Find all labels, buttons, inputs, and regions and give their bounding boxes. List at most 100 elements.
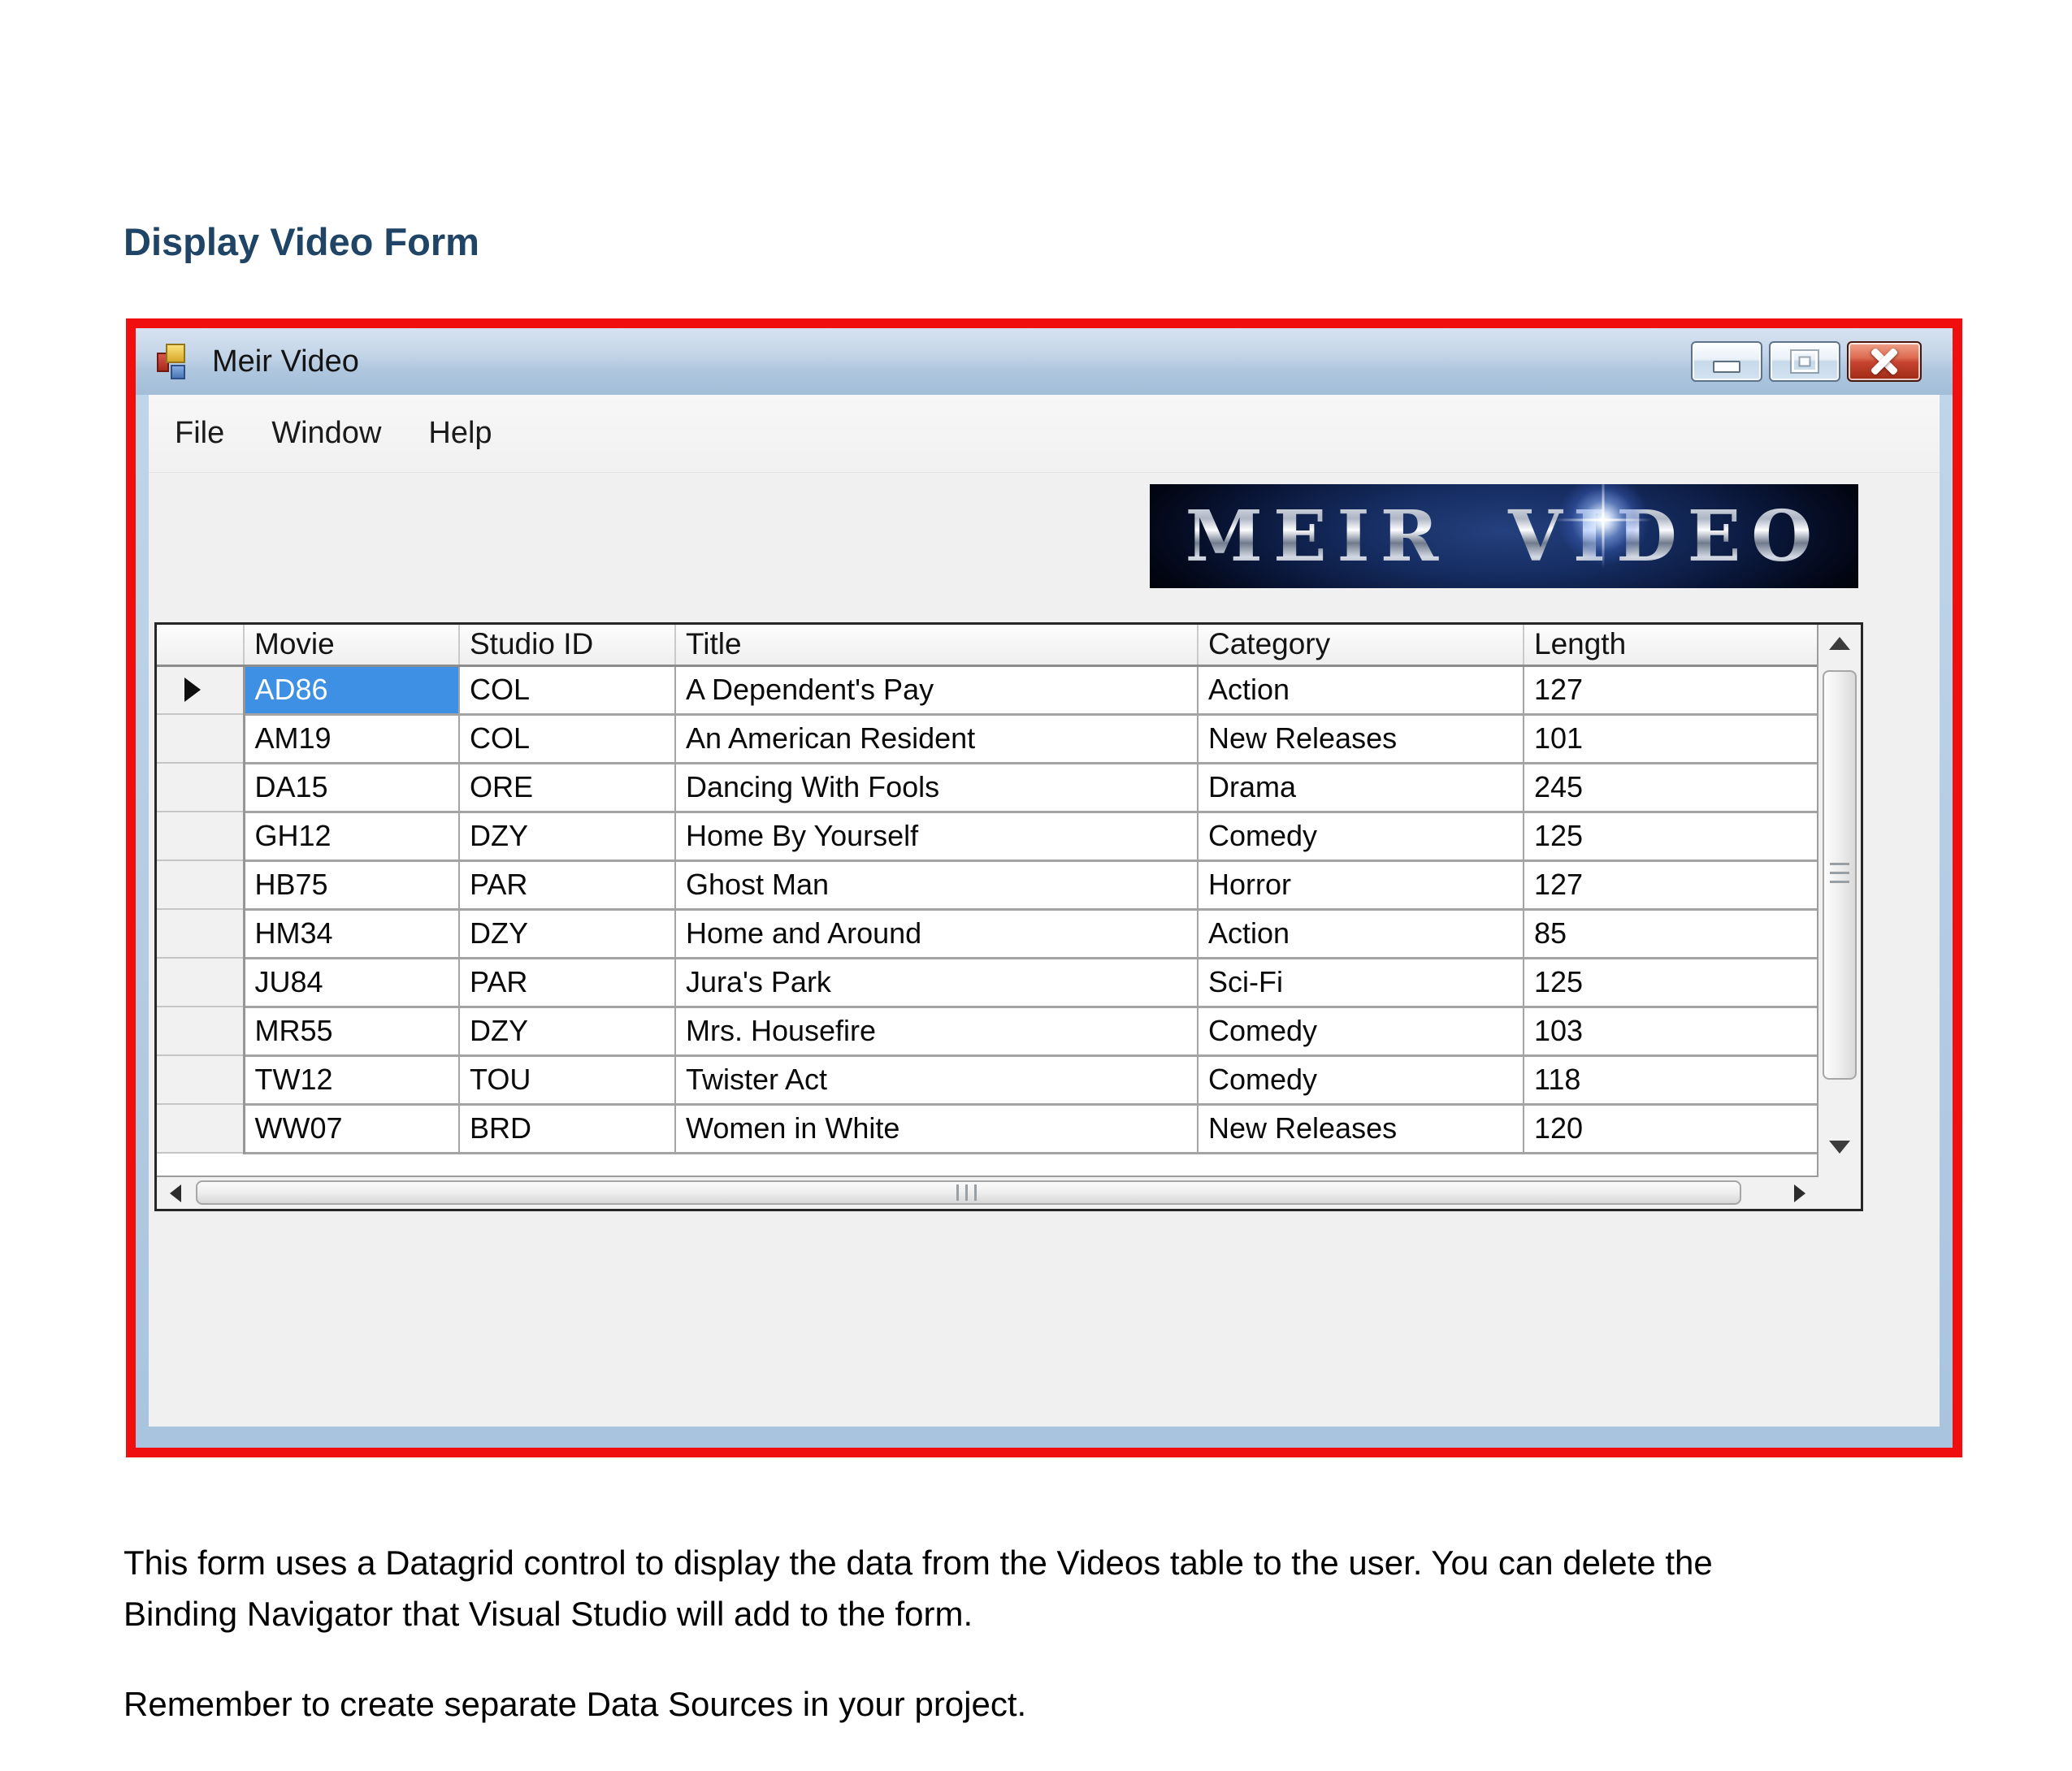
vertical-scroll-thumb[interactable] [1823, 670, 1857, 1080]
arrow-left-icon [170, 1184, 181, 1202]
grid-cell[interactable]: Action [1198, 909, 1524, 958]
row-header-cell[interactable] [157, 1104, 244, 1153]
scroll-up-button[interactable] [1818, 625, 1861, 662]
icon-yellow-square [166, 344, 185, 363]
grid-body: AD86COLA Dependent's PayAction127AM19COL… [157, 665, 1818, 1153]
table-row: DA15OREDancing With FoolsDrama245 [157, 763, 1818, 812]
table-row: JU84PARJura's ParkSci-Fi125 [157, 958, 1818, 1007]
grid-cell[interactable]: WW07 [244, 1104, 459, 1153]
table-row: HB75PARGhost ManHorror127 [157, 860, 1818, 909]
grid-cell[interactable]: Twister Act [675, 1055, 1198, 1104]
scroll-right-button[interactable] [1781, 1177, 1818, 1209]
column-header-category[interactable]: Category [1198, 625, 1524, 665]
grid-cell[interactable]: 125 [1524, 812, 1818, 860]
grid-cell[interactable]: 120 [1524, 1104, 1818, 1153]
grid-cell[interactable]: Home By Yourself [675, 812, 1198, 860]
menu-item-help[interactable]: Help [412, 416, 508, 451]
app-screenshot-frame: Meir Video File Window Help [126, 318, 1962, 1457]
grid-cell[interactable]: DZY [459, 1007, 675, 1055]
grid-cell[interactable]: Comedy [1198, 1055, 1524, 1104]
page-title: Display Video Form [124, 219, 479, 264]
row-header-cell[interactable] [157, 714, 244, 763]
header-row: Movie Studio ID Title Category Length [157, 625, 1818, 665]
grid-cell[interactable]: 118 [1524, 1055, 1818, 1104]
table-row: GH12DZYHome By YourselfComedy125 [157, 812, 1818, 860]
minimize-button[interactable] [1691, 341, 1762, 382]
grid-cell[interactable]: GH12 [244, 812, 459, 860]
grid-cell[interactable]: 127 [1524, 665, 1818, 714]
menu-bar: File Window Help [149, 395, 1940, 473]
grid-cell[interactable]: DZY [459, 812, 675, 860]
grid-cell[interactable]: MR55 [244, 1007, 459, 1055]
row-header-cell[interactable] [157, 958, 244, 1007]
grid-cell[interactable]: COL [459, 714, 675, 763]
column-header-title[interactable]: Title [675, 625, 1198, 665]
grid-cell[interactable]: Sci-Fi [1198, 958, 1524, 1007]
horizontal-scroll-thumb[interactable] [196, 1180, 1741, 1205]
grid-cell[interactable]: Ghost Man [675, 860, 1198, 909]
table-row: WW07BRDWomen in WhiteNew Releases120 [157, 1104, 1818, 1153]
grid-cell[interactable]: Jura's Park [675, 958, 1198, 1007]
close-button[interactable] [1847, 341, 1922, 382]
scroll-down-button[interactable] [1818, 1128, 1861, 1166]
grid-cell[interactable]: 103 [1524, 1007, 1818, 1055]
grid-cell[interactable]: Horror [1198, 860, 1524, 909]
grid-cell[interactable]: New Releases [1198, 714, 1524, 763]
grid-cell[interactable]: Drama [1198, 763, 1524, 812]
grid-cell[interactable]: ORE [459, 763, 675, 812]
grid-cell[interactable]: 127 [1524, 860, 1818, 909]
row-header-cell[interactable] [157, 1055, 244, 1104]
grid-cell[interactable]: 101 [1524, 714, 1818, 763]
column-header-length[interactable]: Length [1524, 625, 1818, 665]
row-header-cell[interactable] [157, 665, 244, 714]
videos-datagrid: Movie Studio ID Title Category Length AD… [154, 622, 1863, 1211]
grid-cell[interactable]: PAR [459, 860, 675, 909]
row-header-cell[interactable] [157, 812, 244, 860]
grid-cell[interactable]: Dancing With Fools [675, 763, 1198, 812]
minimize-icon [1713, 361, 1740, 373]
grid-cell[interactable]: New Releases [1198, 1104, 1524, 1153]
grid-cell[interactable]: JU84 [244, 958, 459, 1007]
row-header-cell[interactable] [157, 860, 244, 909]
scroll-left-button[interactable] [157, 1177, 194, 1209]
row-header-cell[interactable] [157, 763, 244, 812]
grid-cell[interactable]: A Dependent's Pay [675, 665, 1198, 714]
grid-cell[interactable]: DA15 [244, 763, 459, 812]
grid-cell[interactable]: AD86 [244, 665, 459, 714]
grid-cell[interactable]: TW12 [244, 1055, 459, 1104]
grid-cell[interactable]: HM34 [244, 909, 459, 958]
vertical-scrollbar[interactable] [1817, 625, 1861, 1209]
grid-cell[interactable]: Action [1198, 665, 1524, 714]
grid-cell[interactable]: PAR [459, 958, 675, 1007]
grid-cell[interactable]: 245 [1524, 763, 1818, 812]
grid-cell[interactable]: HB75 [244, 860, 459, 909]
maximize-button[interactable] [1769, 341, 1840, 382]
horizontal-scrollbar[interactable] [157, 1176, 1818, 1209]
column-header-studio-id[interactable]: Studio ID [459, 625, 675, 665]
grid-cell[interactable]: Comedy [1198, 1007, 1524, 1055]
body-paragraph-line-2: Binding Navigator that Visual Studio wil… [124, 1588, 1713, 1639]
grid-cell[interactable]: Mrs. Housefire [675, 1007, 1198, 1055]
corner-header-cell[interactable] [157, 625, 244, 665]
menu-item-file[interactable]: File [158, 416, 241, 451]
grid-cell[interactable]: Women in White [675, 1104, 1198, 1153]
menu-item-window[interactable]: Window [255, 416, 397, 451]
table-row: MR55DZYMrs. HousefireComedy103 [157, 1007, 1818, 1055]
grid-cell[interactable]: TOU [459, 1055, 675, 1104]
row-header-cell[interactable] [157, 909, 244, 958]
body-paragraph: This form uses a Datagrid control to dis… [124, 1537, 1713, 1639]
row-header-cell[interactable] [157, 1007, 244, 1055]
grid-cell[interactable]: DZY [459, 909, 675, 958]
table-row: TW12TOUTwister ActComedy118 [157, 1055, 1818, 1104]
icon-blue-square [171, 365, 185, 379]
app-window-icon [157, 343, 194, 380]
grid-cell[interactable]: Home and Around [675, 909, 1198, 958]
column-header-movie[interactable]: Movie [244, 625, 459, 665]
grid-cell[interactable]: 85 [1524, 909, 1818, 958]
grid-cell[interactable]: An American Resident [675, 714, 1198, 763]
grid-cell[interactable]: BRD [459, 1104, 675, 1153]
grid-cell[interactable]: Comedy [1198, 812, 1524, 860]
grid-cell[interactable]: COL [459, 665, 675, 714]
grid-cell[interactable]: 125 [1524, 958, 1818, 1007]
grid-cell[interactable]: AM19 [244, 714, 459, 763]
